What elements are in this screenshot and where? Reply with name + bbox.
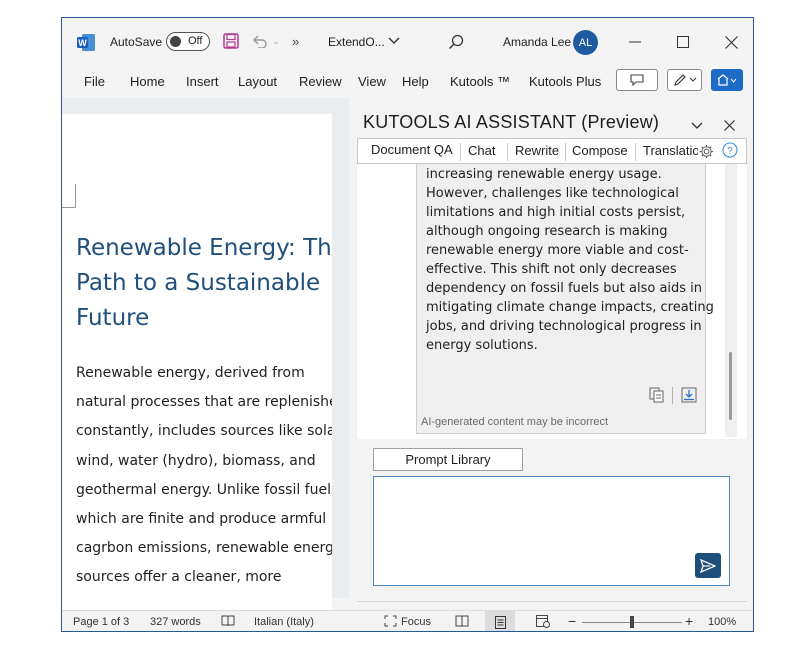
tab-rewrite[interactable]: Rewrite <box>515 143 559 158</box>
undo-dropdown-icon[interactable]: ⌄ <box>270 33 282 49</box>
menu-layout[interactable]: Layout <box>238 74 277 89</box>
tab-divider <box>507 143 508 161</box>
page-count[interactable]: Page 1 of 3 <box>73 616 129 628</box>
autosave-label: AutoSave <box>110 35 163 49</box>
tab-divider <box>635 143 636 161</box>
doc-name-chevron-icon[interactable] <box>387 34 401 48</box>
send-icon <box>700 558 716 573</box>
copy-icon[interactable] <box>648 386 666 404</box>
document-body[interactable]: Renewable energy, derived from natural p… <box>76 359 332 593</box>
status-bar: Page 1 of 3 327 words Italian (Italy) Fo… <box>62 610 753 631</box>
word-count[interactable]: 327 words <box>150 616 201 628</box>
scroll-thumb[interactable] <box>729 352 732 420</box>
help-icon[interactable]: ? <box>721 141 739 159</box>
ai-response-text[interactable]: incentives, and setting targets for incr… <box>426 164 714 355</box>
share-button[interactable] <box>711 69 743 91</box>
print-layout-icon[interactable] <box>485 611 515 631</box>
document-area: Renewable Energy: The Path to a Sustaina… <box>62 98 349 612</box>
focus-icon[interactable] <box>384 615 397 627</box>
document-page[interactable]: Renewable Energy: The Path to a Sustaina… <box>62 114 332 612</box>
save-icon[interactable] <box>221 31 241 51</box>
title-line: Path to a Sustainable <box>76 270 321 296</box>
document-title[interactable]: Renewable Energy: The Path to a Sustaina… <box>76 231 332 336</box>
pane-divider <box>357 601 747 602</box>
autosave-state: Off <box>188 35 203 47</box>
ai-response-bubble: incentives, and setting targets for incr… <box>416 164 714 434</box>
tab-document-qa[interactable]: Document QA <box>371 142 453 157</box>
read-mode-icon[interactable] <box>455 615 469 627</box>
menu-home[interactable]: Home <box>130 74 165 89</box>
zoom-in-button[interactable]: + <box>685 613 693 629</box>
menu-review[interactable]: Review <box>299 74 342 89</box>
chat-viewport: incentives, and setting targets for incr… <box>357 164 747 439</box>
undo-icon[interactable] <box>250 31 270 51</box>
menu-file[interactable]: File <box>84 74 105 89</box>
word-logo-icon: W <box>77 34 95 51</box>
title-line: Renewable Energy: The <box>76 235 332 261</box>
autosave-toggle[interactable]: Off <box>166 32 210 51</box>
more-commands-icon[interactable]: » <box>292 34 299 49</box>
margin-marker <box>62 184 76 208</box>
settings-gear-icon[interactable] <box>697 142 715 160</box>
kutools-ai-pane: KUTOOLS AI ASSISTANT (Preview) Document … <box>349 98 753 618</box>
maximize-icon[interactable] <box>673 32 693 52</box>
menu-help[interactable]: Help <box>402 74 429 89</box>
insert-to-document-icon[interactable] <box>680 386 698 404</box>
language[interactable]: Italian (Italy) <box>254 616 314 628</box>
menu-view[interactable]: View <box>358 74 386 89</box>
web-layout-icon[interactable] <box>536 615 550 628</box>
minimize-icon[interactable] <box>625 32 645 52</box>
tab-divider <box>460 143 461 161</box>
send-button[interactable] <box>695 553 721 578</box>
comment-icon <box>630 74 644 86</box>
tab-chat[interactable]: Chat <box>468 143 495 158</box>
share-icon <box>717 73 737 86</box>
tab-translation[interactable]: Translation <box>643 143 698 158</box>
title-bar: W AutoSave Off ⌄ » ExtendO... Amanda Lee… <box>62 18 753 66</box>
menu-kutools[interactable]: Kutools ™ <box>450 74 510 89</box>
avatar[interactable]: AL <box>573 30 598 55</box>
ai-disclaimer: AI-generated content may be incorrect <box>421 416 609 428</box>
editing-mode-button[interactable] <box>667 69 702 91</box>
prompt-input[interactable] <box>373 476 730 586</box>
focus-label[interactable]: Focus <box>401 616 431 628</box>
user-name: Amanda Lee <box>503 35 572 49</box>
document-name[interactable]: ExtendO... <box>328 35 385 49</box>
proofing-book-icon[interactable] <box>221 615 235 627</box>
svg-text:?: ? <box>727 146 733 157</box>
menu-kutools-plus[interactable]: Kutools Plus <box>529 74 601 89</box>
close-pane-icon[interactable] <box>721 117 737 133</box>
toggle-knob <box>170 36 181 47</box>
pane-options-chevron-icon[interactable] <box>689 118 705 134</box>
tab-compose[interactable]: Compose <box>572 143 628 158</box>
prompt-library-button[interactable]: Prompt Library <box>373 448 523 471</box>
close-window-icon[interactable] <box>721 32 741 52</box>
zoom-level[interactable]: 100% <box>708 616 736 628</box>
svg-text:W: W <box>78 38 87 48</box>
pane-title: KUTOOLS AI ASSISTANT (Preview) <box>363 112 660 132</box>
action-divider <box>672 387 673 404</box>
pen-icon <box>673 74 696 86</box>
chat-scrollbar[interactable] <box>725 164 737 437</box>
tab-divider <box>565 143 566 161</box>
word-window: W AutoSave Off ⌄ » ExtendO... Amanda Lee… <box>61 17 754 632</box>
pane-tabs: Document QA Chat Rewrite Compose Transla… <box>357 138 747 164</box>
menu-insert[interactable]: Insert <box>186 74 219 89</box>
chat-area: incentives, and setting targets for incr… <box>357 164 747 439</box>
zoom-slider-thumb[interactable] <box>630 616 634 628</box>
title-line: Future <box>76 305 150 331</box>
search-icon[interactable] <box>446 32 466 52</box>
zoom-out-button[interactable]: − <box>568 613 576 629</box>
comments-button[interactable] <box>616 69 658 91</box>
